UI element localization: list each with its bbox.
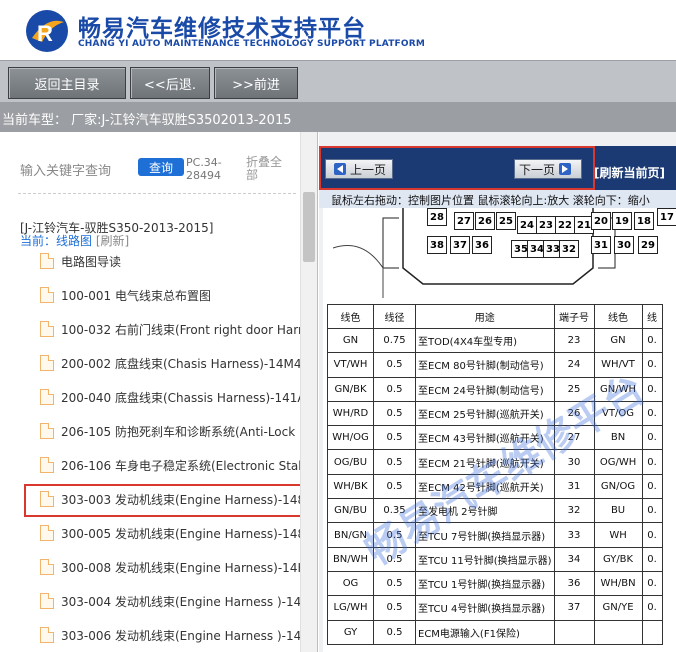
tree-item[interactable]: 电路图导读 [40, 249, 302, 273]
pin-30: 30 [614, 236, 634, 254]
wire-table: 线色 线径 用途 端子号 线色 线 GN 0.75 至TOD(4X4车型专用) 23 G… [327, 304, 663, 645]
document-icon [40, 593, 54, 609]
divider [18, 193, 296, 194]
current-section: 当前：线路图 [20, 234, 93, 248]
table-row: BN/WH 0.5 至TCU 11号针脚(换挡显示器) 34 GY/BK 0. [327, 546, 663, 572]
column-header: 线径 [373, 304, 416, 329]
pin-23: 23 [536, 216, 556, 234]
tree-item[interactable]: 303-006 发动机线束(Engine Harness )-1486 [40, 623, 302, 647]
document-icon [40, 457, 54, 473]
table-row: OG 0.5 至TCU 1号针脚(换挡显示器) 36 WH/BN 0. [327, 570, 663, 597]
tree-item[interactable]: 300-005 发动机线束(Engine Harness)-14863 [40, 521, 302, 545]
refresh-page-link[interactable]: [刷新当前页] [594, 164, 665, 181]
table-row: GN/BK 0.5 至ECM 24号针脚(制动信号) 25 GN/WH 0. [327, 376, 663, 402]
table-row: VT/WH 0.5 至ECM 80号针脚(制动信号) 24 WH/VT 0. [327, 352, 663, 378]
pin-18: 18 [634, 212, 654, 230]
pin-22: 22 [555, 216, 575, 234]
viewer-hint: 鼠标左右拖动：控制图片位置 鼠标滚轮向上:放大 滚轮向下：缩小 [319, 190, 676, 208]
site-header: R 畅易汽车维修技术支持平台 CHANG YI AUTO MAINTENANCE… [0, 0, 676, 60]
tree-item[interactable]: 200-002 底盘线束(Chasis Harness)-14M401 [40, 351, 302, 375]
document-icon [40, 253, 54, 269]
search-button[interactable]: 查询 [138, 158, 184, 176]
brand-title: 畅易汽车维修技术支持平台 [78, 16, 366, 42]
table-row: GN 0.75 至TOD(4X4车型专用) 23 GN 0. [327, 327, 663, 354]
forward-button[interactable]: >>前进 [214, 67, 298, 99]
tree-current: 当前：线路图 [刷新] [20, 232, 129, 249]
pin-20: 20 [591, 212, 611, 230]
viewer-panel: 上一页 下一页 [刷新当前页] 鼠标左右拖动：控制图片位置 鼠标滚轮向上:放大 … [319, 132, 676, 652]
page-nav-highlight [319, 146, 595, 190]
brand-logo-icon: R [26, 10, 68, 52]
column-header: 用途 [415, 304, 555, 329]
tree-item[interactable]: 303-004 发动机线束(Engine Harness )-14B6 [40, 589, 302, 613]
table-row: GY 0.5 ECM电源输入(F1保险) [327, 619, 663, 645]
column-header: 端子号 [553, 304, 595, 329]
document-icon [40, 321, 54, 337]
tree-item[interactable]: 206-105 防抱死刹车和诊断系统(Anti-Lock [40, 419, 302, 443]
table-row: WH/BK 0.5 至ECM 42号针脚(巡航开关) 31 GN/OG 0. [327, 473, 663, 500]
brand-subtitle: CHANG YI AUTO MAINTENANCE TECHNOLOGY SUP… [78, 39, 426, 49]
pin-37: 37 [450, 236, 470, 254]
document-icon [40, 627, 54, 643]
pin-29: 29 [638, 236, 658, 254]
document-icon [40, 525, 54, 541]
search-input[interactable]: 输入关键字查询 [20, 160, 111, 179]
document-icon [40, 559, 54, 575]
tree-item[interactable]: 200-040 底盘线束(Chassis Harness)-141A40 [40, 385, 302, 409]
back-button[interactable]: <<后退. [130, 67, 210, 99]
table-row: WH/OG 0.5 至ECM 43号针脚(巡航开关) 27 BN 0. [327, 425, 663, 451]
current-vehicle: 当前车型： 厂家:J-江铃汽车驭胜S3502013-2015 [0, 102, 676, 132]
table-row: OG/BU 0.5 至ECM 21号针脚(巡航开关) 30 OG/WH 0. [327, 449, 663, 475]
table-row: WH/RD 0.5 至ECM 25号针脚(巡航开关) 26 VT/OG 0. [327, 400, 663, 427]
svg-text:R: R [37, 21, 53, 46]
selected-item-highlight [24, 484, 304, 517]
document-icon [40, 423, 54, 439]
pin-27: 27 [454, 212, 474, 230]
tree-refresh-link[interactable]: [刷新] [96, 234, 129, 248]
column-header: 线色 [327, 304, 374, 329]
document-icon [40, 287, 54, 303]
pin-36: 36 [472, 236, 492, 254]
pin-31: 31 [591, 236, 611, 254]
column-header: 线 [641, 304, 663, 329]
table-row: GN/BU 0.35 至发电机 2号针脚 32 BU 0. [327, 498, 663, 524]
pc-code: PC.34-28494 [186, 156, 222, 182]
tree-item[interactable]: 100-032 右前门线束(Front right door Harness) [40, 317, 302, 341]
collapse-all-link[interactable]: 折叠全部 [246, 156, 286, 182]
sidebar-scrollbar[interactable] [300, 132, 317, 652]
pin-25: 25 [496, 212, 516, 230]
pin-24: 24 [517, 216, 537, 234]
scrollbar-thumb[interactable] [303, 192, 315, 262]
table-row: LG/WH 0.5 至TCU 4号针脚(换挡显示器) 37 GN/YE 0. [327, 595, 663, 621]
table-row: BN/GN 0.5 至TCU 7号针脚(换挡显示器) 33 WH 0. [327, 522, 663, 548]
pin-17: 17 [657, 208, 676, 226]
tree-item[interactable]: 206-106 车身电子稳定系统(Electronic Stab [40, 453, 302, 477]
pin-32: 32 [559, 240, 579, 258]
tree-item[interactable]: 100-001 电气线束总布置图 [40, 283, 302, 307]
connector-diagram: 28 27 26 25 24 23 22 21 20 19 18 17 38 3… [323, 208, 676, 304]
diagram-image[interactable]: 28 27 26 25 24 23 22 21 20 19 18 17 38 3… [323, 208, 676, 652]
table-header-row: 线色 线径 用途 端子号 线色 线 [327, 304, 663, 329]
nav-bar: 返回主目录 <<后退. >>前进 [0, 60, 676, 102]
tree-item[interactable]: 300-008 发动机线束(Engine Harness)-14K0 [40, 555, 302, 579]
pin-26: 26 [475, 212, 495, 230]
pin-19: 19 [612, 212, 632, 230]
document-icon [40, 389, 54, 405]
column-header: 线色 [593, 304, 643, 329]
home-button[interactable]: 返回主目录 [8, 67, 126, 99]
sidebar: 输入关键字查询 查询 PC.34-28494 折叠全部 [J-江铃汽车-驭胜S3… [0, 132, 318, 652]
pin-38: 38 [427, 236, 447, 254]
pin-28: 28 [427, 208, 447, 226]
document-icon [40, 355, 54, 371]
